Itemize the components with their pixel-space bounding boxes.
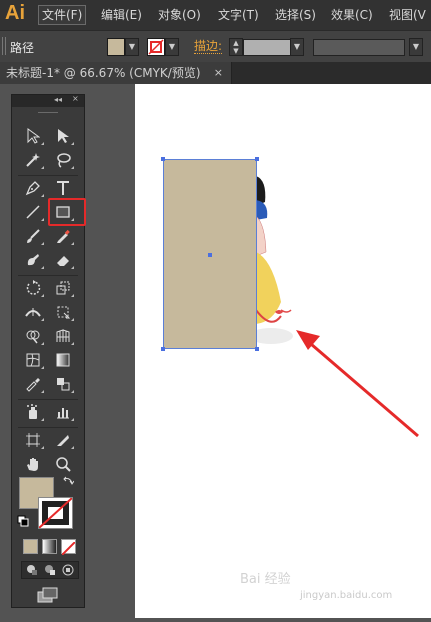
gradient-tool[interactable] bbox=[50, 349, 76, 371]
column-graph-icon bbox=[57, 408, 69, 419]
artboard-tool[interactable] bbox=[20, 429, 46, 451]
mesh-tool[interactable] bbox=[20, 349, 46, 371]
type-tool[interactable] bbox=[50, 177, 76, 199]
direct-arrow-icon bbox=[58, 129, 69, 143]
eyedropper-icon bbox=[26, 378, 40, 392]
highlight-box bbox=[48, 198, 86, 226]
arrow-cursor-icon bbox=[27, 128, 40, 144]
lasso-icon bbox=[57, 153, 71, 168]
direct-selection-tool[interactable] bbox=[50, 125, 76, 147]
no-stroke-slash-icon bbox=[38, 497, 73, 529]
hand-tool[interactable] bbox=[20, 453, 46, 475]
symbol-sprayer-icon bbox=[27, 404, 37, 419]
stroke-swatch[interactable] bbox=[38, 497, 73, 529]
rotate-tool[interactable] bbox=[20, 277, 46, 299]
artboard-icon bbox=[26, 433, 40, 447]
pen-icon bbox=[25, 181, 40, 196]
draw-behind-icon[interactable] bbox=[44, 564, 56, 576]
close-panel-icon[interactable]: × bbox=[72, 94, 79, 103]
blend-tool[interactable] bbox=[50, 373, 76, 395]
shape-builder-tool[interactable] bbox=[20, 325, 46, 347]
width-tool[interactable] bbox=[20, 301, 46, 323]
pen-tool[interactable] bbox=[20, 177, 46, 199]
paintbrush-icon bbox=[27, 229, 40, 243]
draw-inside-icon[interactable] bbox=[62, 564, 74, 576]
watermark-text: Bai 经验 bbox=[240, 572, 291, 587]
pencil-icon bbox=[57, 229, 70, 243]
symbol-sprayer-tool[interactable] bbox=[20, 401, 46, 423]
hand-icon bbox=[27, 458, 38, 471]
line-segment-tool[interactable] bbox=[20, 201, 46, 223]
mesh-icon bbox=[26, 353, 40, 367]
gradient-mode-button[interactable] bbox=[42, 539, 57, 554]
perspective-grid-tool[interactable] bbox=[50, 325, 76, 347]
collapse-icon[interactable]: ◂◂ bbox=[54, 95, 62, 104]
eraser-icon bbox=[57, 256, 69, 266]
scale-tool[interactable] bbox=[50, 277, 76, 299]
eraser-tool[interactable] bbox=[50, 249, 76, 271]
panel-header[interactable]: ◂◂ × bbox=[12, 94, 84, 107]
line-icon bbox=[26, 205, 40, 219]
screen-mode-icon[interactable] bbox=[36, 587, 60, 603]
none-icon bbox=[61, 541, 76, 556]
zoom-tool[interactable] bbox=[50, 453, 76, 475]
selection-tool[interactable] bbox=[20, 125, 46, 147]
default-colors-icon[interactable] bbox=[17, 515, 29, 527]
scale-icon bbox=[56, 281, 70, 295]
magic-wand-tool[interactable] bbox=[20, 149, 46, 171]
perspective-grid-icon bbox=[56, 329, 70, 342]
swap-fill-stroke-icon[interactable] bbox=[62, 475, 74, 487]
paintbrush-tool[interactable] bbox=[20, 225, 46, 247]
free-transform-tool[interactable] bbox=[50, 301, 76, 323]
type-t-icon bbox=[57, 181, 69, 195]
blob-brush-tool[interactable] bbox=[20, 249, 46, 271]
eyedropper-tool[interactable] bbox=[20, 373, 46, 395]
zoom-icon bbox=[56, 457, 71, 472]
free-transform-icon bbox=[57, 306, 71, 319]
magic-wand-icon bbox=[26, 153, 40, 167]
watermark-url: jingyan.baidu.com bbox=[300, 590, 393, 601]
drawing-modes bbox=[21, 561, 79, 579]
color-mode-button[interactable] bbox=[23, 539, 38, 554]
gradient-icon bbox=[56, 353, 70, 367]
shape-builder-icon bbox=[26, 330, 40, 344]
column-graph-tool[interactable] bbox=[50, 401, 76, 423]
lasso-tool[interactable] bbox=[50, 149, 76, 171]
blob-brush-icon bbox=[27, 254, 39, 266]
tools-panel: ◂◂ × bbox=[11, 94, 85, 608]
width-icon bbox=[25, 308, 41, 317]
slice-tool[interactable] bbox=[50, 429, 76, 451]
none-mode-button[interactable] bbox=[61, 539, 76, 556]
slice-icon bbox=[57, 435, 69, 446]
draw-normal-icon[interactable] bbox=[26, 564, 38, 576]
rotate-icon bbox=[26, 280, 41, 295]
blend-icon bbox=[57, 378, 70, 391]
pencil-tool[interactable] bbox=[50, 225, 76, 247]
